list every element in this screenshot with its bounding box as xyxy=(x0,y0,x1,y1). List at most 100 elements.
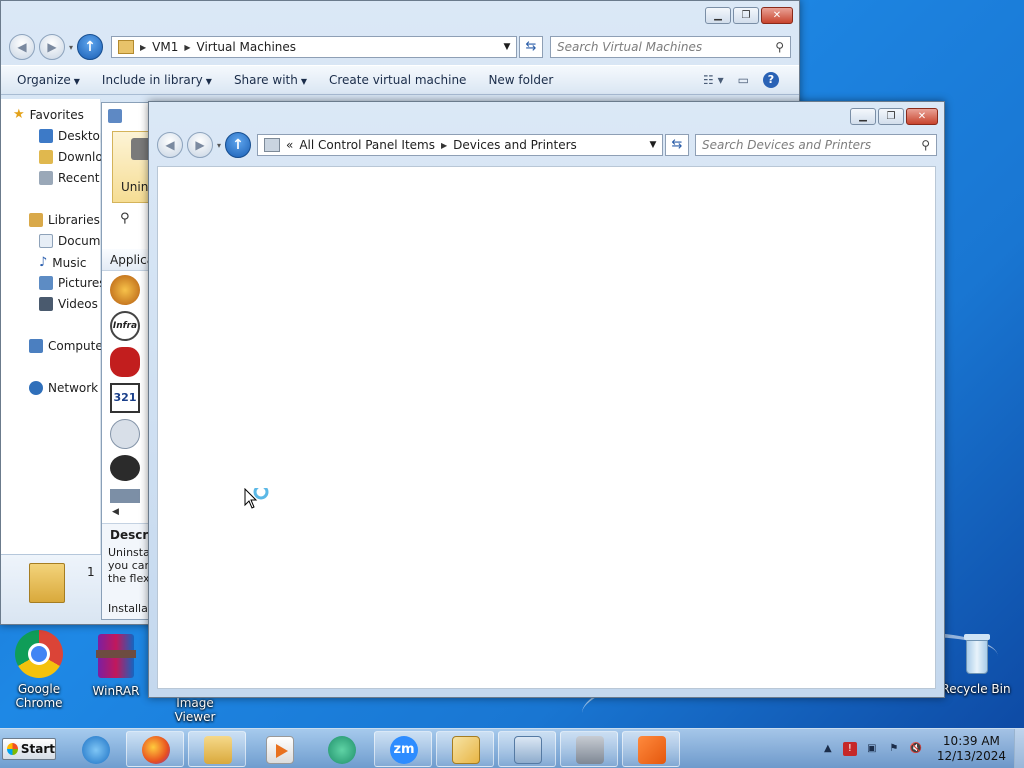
start-button[interactable]: Start xyxy=(2,738,56,760)
minimize-button[interactable]: ▁ xyxy=(850,108,876,125)
scroll-left-icon[interactable]: ◀ xyxy=(112,507,119,517)
nav-computer[interactable]: Compute xyxy=(29,339,103,353)
include-in-library-button[interactable]: Include in library ▼ xyxy=(102,73,212,87)
address-bar[interactable]: « All Control Panel Items ▶ Devices and … xyxy=(257,134,663,156)
chrome-icon xyxy=(15,630,63,678)
search-placeholder: Search Virtual Machines xyxy=(557,40,703,54)
taskbar-app-uninstaller[interactable] xyxy=(560,731,618,767)
breadcrumb-item[interactable]: VM1 xyxy=(152,40,178,54)
volume-muted-icon[interactable]: 🔇 xyxy=(909,742,923,756)
breadcrumb-overflow[interactable]: « xyxy=(286,138,293,152)
nav-pictures[interactable]: Pictures xyxy=(39,276,106,290)
taskbar-app-paint[interactable] xyxy=(436,731,494,767)
network-status-icon[interactable]: ▣ xyxy=(865,742,879,756)
nav-recent[interactable]: Recent P xyxy=(39,171,111,185)
installed-label: Installa xyxy=(108,602,148,615)
nav-libraries[interactable]: Libraries xyxy=(29,213,100,227)
devices-printers-window[interactable]: ▁ ❐ ✕ ◀ ▶ ▾ ↑ « All Control Panel Items … xyxy=(148,101,945,698)
taskbar-app-explorer[interactable] xyxy=(188,731,246,767)
address-bar[interactable]: ▶ VM1 ▶ Virtual Machines ▼ xyxy=(111,36,517,58)
share-with-button[interactable]: Share with ▼ xyxy=(234,73,307,87)
zoom-icon: zm xyxy=(390,736,418,764)
star-icon: ★ xyxy=(13,107,25,122)
programs-icon xyxy=(108,109,122,123)
create-vm-button[interactable]: Create virtual machine xyxy=(329,73,466,87)
action-center-flag-icon[interactable]: ⚑ xyxy=(887,742,901,756)
nav-documents[interactable]: Docume xyxy=(39,234,108,248)
navigation-pane: ★ Favorites Desktop Downlo Recent P Libr… xyxy=(1,99,111,554)
app-icon[interactable] xyxy=(110,347,140,377)
folder-icon xyxy=(29,563,65,603)
maximize-button[interactable]: ❐ xyxy=(878,108,904,125)
maximize-button[interactable]: ❐ xyxy=(733,7,759,24)
desktop-icon-chrome[interactable]: Google Chrome xyxy=(3,630,75,710)
refresh-button[interactable]: ⇆ xyxy=(665,134,689,156)
minimize-button[interactable]: ▁ xyxy=(705,7,731,24)
show-hidden-icons-icon[interactable]: ▲ xyxy=(821,742,835,756)
recent-pages-caret-icon[interactable]: ▾ xyxy=(69,43,73,52)
search-icon[interactable]: ⚲ xyxy=(921,138,930,152)
breadcrumb-item[interactable]: Devices and Printers xyxy=(453,138,577,152)
desktop-icon-winrar[interactable]: WinRAR xyxy=(80,632,152,698)
app-icon[interactable] xyxy=(110,275,140,305)
new-folder-button[interactable]: New folder xyxy=(488,73,553,87)
infrarecorder-icon[interactable]: Infra xyxy=(110,311,140,341)
taskbar-app-ie[interactable] xyxy=(66,731,124,767)
nav-videos[interactable]: Videos xyxy=(39,297,98,311)
recent-pages-caret-icon[interactable]: ▾ xyxy=(217,141,221,150)
music-icon: ♪ xyxy=(39,255,48,270)
desktop-icon-recycle-bin[interactable]: Recycle Bin xyxy=(940,630,1012,696)
libraries-icon xyxy=(29,213,43,227)
close-button[interactable]: ✕ xyxy=(906,108,938,125)
forward-button[interactable]: ▶ xyxy=(39,34,65,60)
back-button[interactable]: ◀ xyxy=(9,34,35,60)
search-input[interactable]: Search Devices and Printers ⚲ xyxy=(695,134,937,156)
control-panel-icon xyxy=(514,736,542,764)
media-player-icon xyxy=(266,736,294,764)
taskbar-app-zoom[interactable]: zm xyxy=(374,731,432,767)
taskbar-app-media[interactable] xyxy=(250,731,308,767)
breadcrumb-item[interactable]: Virtual Machines xyxy=(197,40,297,54)
refresh-button[interactable]: ⇆ xyxy=(519,36,543,58)
paint-icon xyxy=(452,736,480,764)
321-icon[interactable]: 321 xyxy=(110,383,140,413)
item-count: 1 xyxy=(87,565,95,579)
search-icon[interactable]: ⚲ xyxy=(775,40,784,54)
app-icon[interactable] xyxy=(110,489,140,503)
browser-icon xyxy=(328,736,356,764)
desktop-icon-label: Recycle Bin xyxy=(941,682,1011,696)
devices-content-area[interactable] xyxy=(157,166,936,689)
show-desktop-button[interactable] xyxy=(1014,729,1024,768)
nav-network[interactable]: Network xyxy=(29,381,98,395)
up-button[interactable]: ↑ xyxy=(225,132,252,158)
nav-music[interactable]: ♪ Music xyxy=(39,255,86,270)
nav-desktop[interactable]: Desktop xyxy=(39,129,108,143)
taskbar-app-browser[interactable] xyxy=(312,731,370,767)
search-input[interactable]: Search Virtual Machines ⚲ xyxy=(550,36,791,58)
preview-pane-icon[interactable]: ▭ xyxy=(738,73,749,87)
desktop-icon-image-viewer[interactable]: Image Viewer xyxy=(155,696,235,724)
back-button[interactable]: ◀ xyxy=(157,132,183,158)
chevron-down-icon[interactable]: ▼ xyxy=(498,42,516,52)
tray-app-icon[interactable]: ! xyxy=(842,742,857,756)
app-icon[interactable] xyxy=(110,455,140,481)
nav-downloads[interactable]: Downlo xyxy=(39,150,103,164)
breadcrumb-separator-icon: ▶ xyxy=(184,42,191,52)
forward-button[interactable]: ▶ xyxy=(187,132,213,158)
app-icon[interactable] xyxy=(110,419,140,449)
search-icon[interactable]: ⚲ xyxy=(120,211,130,226)
taskbar-app-firefox[interactable] xyxy=(126,731,184,767)
breadcrumb-item[interactable]: All Control Panel Items xyxy=(299,138,435,152)
close-button[interactable]: ✕ xyxy=(761,7,793,24)
clock[interactable]: 10:39 AM 12/13/2024 xyxy=(937,734,1006,764)
view-options-icon[interactable]: ☷ ▾ xyxy=(703,73,724,87)
chevron-down-icon[interactable]: ▼ xyxy=(644,140,662,150)
nav-favorites[interactable]: ★ Favorites xyxy=(13,107,84,122)
taskbar-app-orange[interactable] xyxy=(622,731,680,767)
taskbar-app-control-panel[interactable] xyxy=(498,731,556,767)
help-icon[interactable]: ? xyxy=(763,72,779,88)
up-button[interactable]: ↑ xyxy=(77,34,104,60)
downloads-icon xyxy=(39,150,53,164)
organize-button[interactable]: Organize ▼ xyxy=(17,73,80,87)
taskbar: Start zm ▲ ! ▣ ⚑ 🔇 10:39 AM 12/13/2024 xyxy=(0,728,1024,768)
